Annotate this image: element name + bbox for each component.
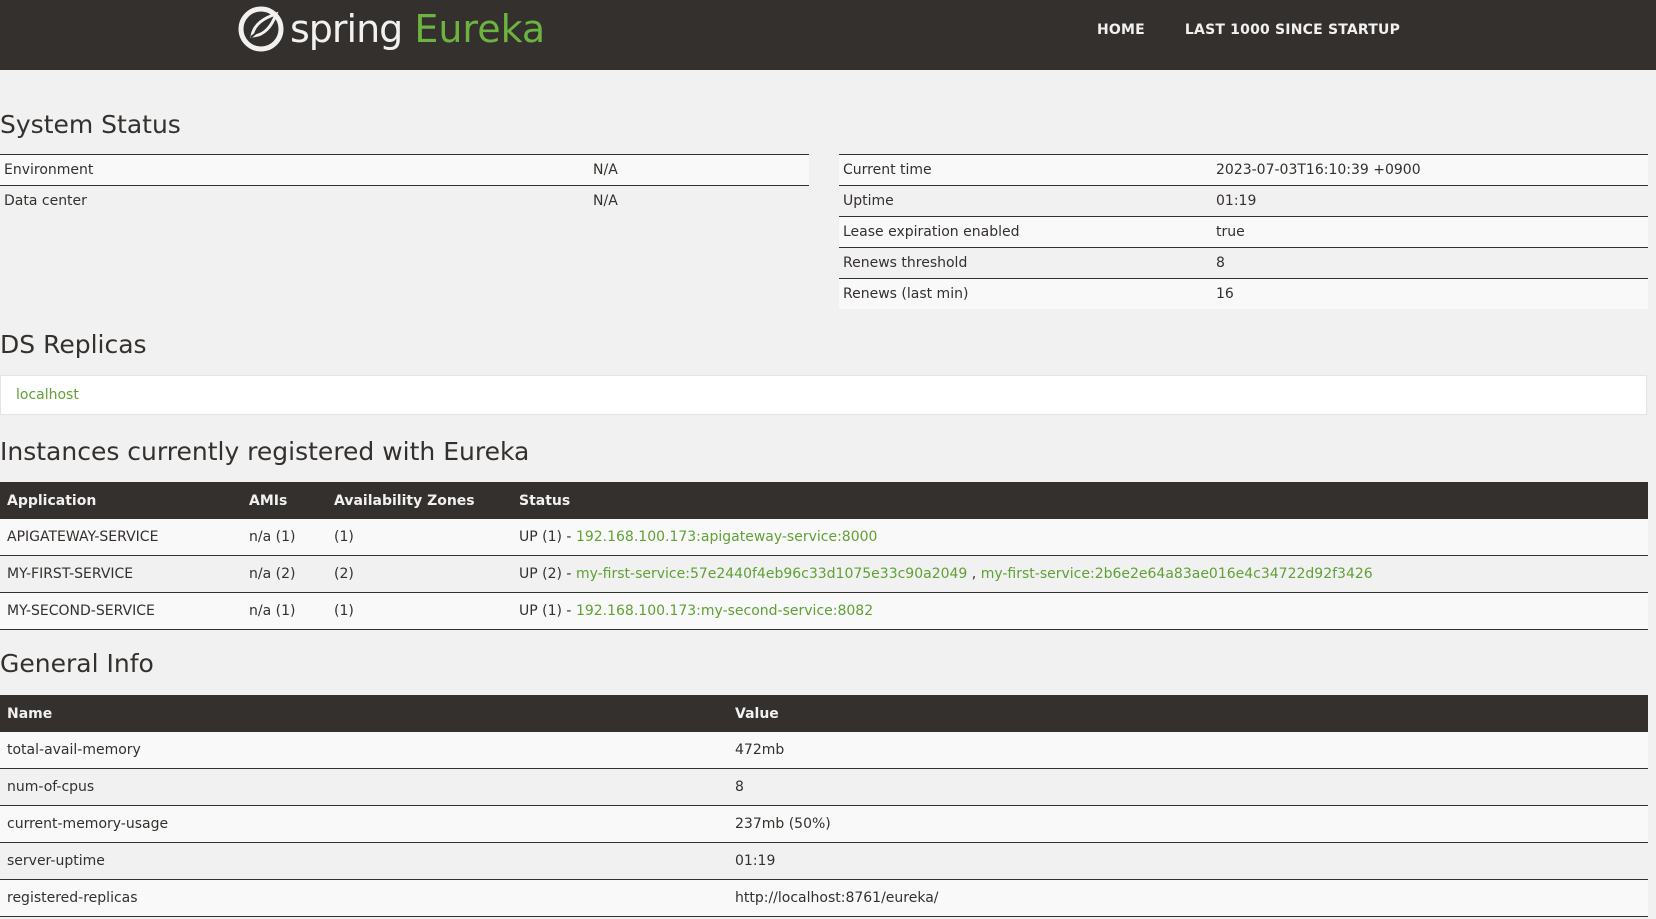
info-value: 8 [728,768,1648,806]
instance-link[interactable]: my-first-service:57e2440f4eb96c33d1075e3… [576,566,967,582]
system-status-left-table: Environment N/A Data center N/A [0,154,809,216]
status-value: N/A [589,185,809,216]
instance-link[interactable]: 192.168.100.173:my-second-service:8082 [576,603,873,619]
info-value: 01:19 [728,842,1648,880]
status-value: N/A [589,154,809,186]
status-cell: UP (2) - my-first-service:57e2440f4eb96c… [512,555,1648,593]
info-value: 472mb [728,732,1648,769]
table-row: Renews threshold 8 [839,247,1648,279]
table-header-row: Name Value [0,695,1648,732]
application-name: APIGATEWAY-SERVICE [0,519,242,556]
instances-table: Application AMIs Availability Zones Stat… [0,482,1648,630]
logo-product: Eureka [414,7,546,51]
table-row: Current time 2023-07-03T16:10:39 +0900 [839,154,1648,186]
table-row: Environment N/A [0,154,809,186]
status-label: Lease expiration enabled [839,216,1212,248]
status-text: UP (1) - [519,529,576,545]
link-separator: , [967,566,981,582]
table-row: Data center N/A [0,185,809,216]
amis-count: n/a (1) [242,519,327,556]
instances-title: Instances currently registered with Eure… [0,437,530,466]
general-info-table: Name Value total-avail-memory 472mb num-… [0,695,1648,917]
status-label: Uptime [839,185,1212,217]
table-row: num-of-cpus 8 [0,768,1648,806]
status-value: 16 [1212,278,1648,309]
info-value: 237mb (50%) [728,805,1648,843]
table-row: current-memory-usage 237mb (50%) [0,805,1648,843]
ds-replicas-list: localhost [0,375,1647,415]
column-header: Status [512,482,1648,519]
table-row: total-avail-memory 472mb [0,732,1648,769]
amis-count: n/a (1) [242,592,327,630]
system-status-title: System Status [0,110,181,139]
table-row: Uptime 01:19 [839,185,1648,217]
status-cell: UP (1) - 192.168.100.173:my-second-servi… [512,592,1648,630]
ds-replicas-title: DS Replicas [0,330,147,359]
nav-home-link[interactable]: HOME [1097,22,1145,38]
status-value: 01:19 [1212,185,1648,217]
status-value: 8 [1212,247,1648,279]
status-value: 2023-07-03T16:10:39 +0900 [1212,154,1648,186]
table-row: Renews (last min) 16 [839,278,1648,309]
info-name: server-uptime [0,842,728,880]
application-name: MY-FIRST-SERVICE [0,555,242,593]
status-label: Data center [0,185,589,216]
zones-count: (2) [327,555,512,593]
status-value: true [1212,216,1648,248]
info-name: registered-replicas [0,879,728,917]
top-navbar: spring Eureka HOME LAST 1000 SINCE START… [0,0,1656,70]
info-value: http://localhost:8761/eureka/ [728,879,1648,917]
column-header: AMIs [242,482,327,519]
info-name: current-memory-usage [0,805,728,843]
table-row: MY-SECOND-SERVICE n/a (1) (1) UP (1) - 1… [0,592,1648,630]
status-label: Current time [839,154,1212,186]
status-label: Renews threshold [839,247,1212,279]
status-label: Environment [0,154,589,186]
column-header: Value [728,695,1648,732]
replica-link[interactable]: localhost [16,387,79,403]
table-header-row: Application AMIs Availability Zones Stat… [0,482,1648,519]
logo-word: spring [290,7,403,51]
column-header: Name [0,695,728,732]
instance-link[interactable]: my-first-service:2b6e2e64a83ae016e4c3472… [981,566,1373,582]
table-row: Lease expiration enabled true [839,216,1648,248]
status-text: UP (1) - [519,603,576,619]
table-row: MY-FIRST-SERVICE n/a (2) (2) UP (2) - my… [0,555,1648,593]
spring-eureka-logo[interactable]: spring Eureka [238,4,545,54]
nav-links: HOME LAST 1000 SINCE STARTUP [1097,22,1400,38]
status-cell: UP (1) - 192.168.100.173:apigateway-serv… [512,519,1648,556]
zones-count: (1) [327,592,512,630]
table-row: registered-replicas http://localhost:876… [0,879,1648,917]
spring-leaf-icon [238,6,284,52]
nav-last-1000-link[interactable]: LAST 1000 SINCE STARTUP [1185,22,1400,38]
table-row: APIGATEWAY-SERVICE n/a (1) (1) UP (1) - … [0,519,1648,556]
table-row: server-uptime 01:19 [0,842,1648,880]
instance-link[interactable]: 192.168.100.173:apigateway-service:8000 [576,529,878,545]
general-info-title: General Info [0,649,154,678]
column-header: Application [0,482,242,519]
info-name: num-of-cpus [0,768,728,806]
system-status-right-table: Current time 2023-07-03T16:10:39 +0900 U… [839,154,1648,309]
amis-count: n/a (2) [242,555,327,593]
status-label: Renews (last min) [839,278,1212,309]
column-header: Availability Zones [327,482,512,519]
zones-count: (1) [327,519,512,556]
status-text: UP (2) - [519,566,576,582]
info-name: total-avail-memory [0,732,728,769]
application-name: MY-SECOND-SERVICE [0,592,242,630]
